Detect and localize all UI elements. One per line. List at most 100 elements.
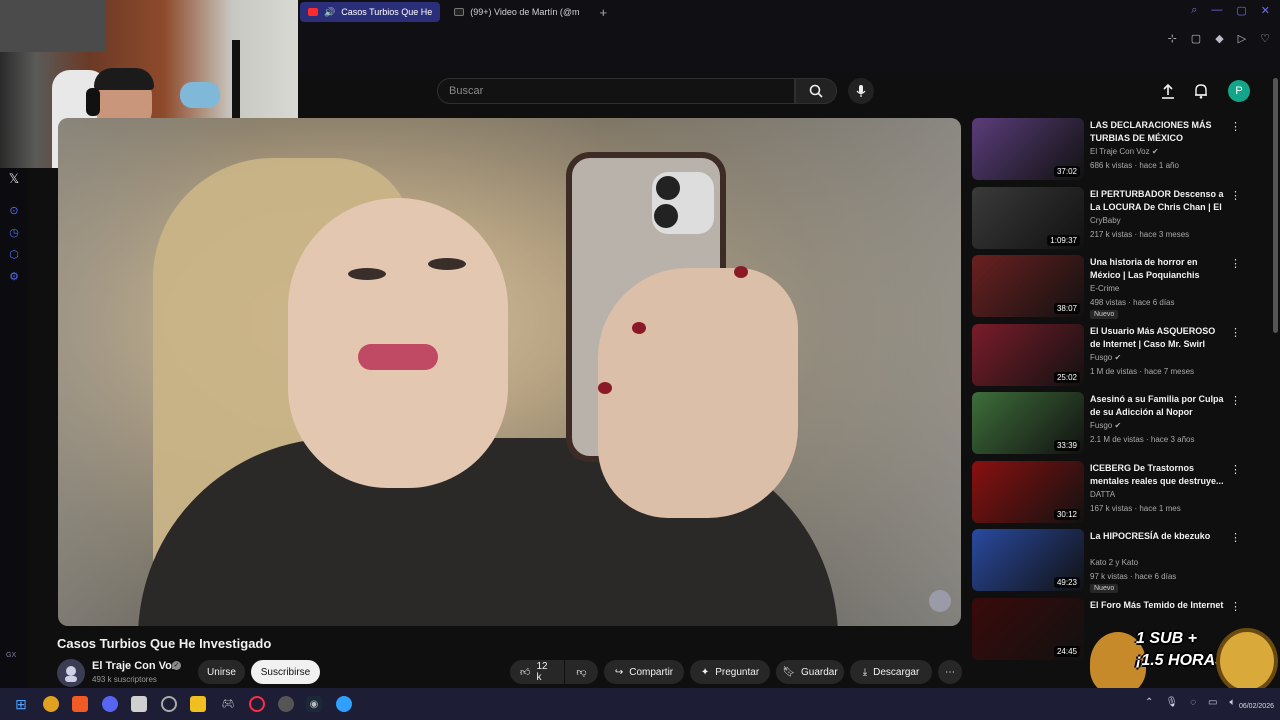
create-button[interactable] [1158, 81, 1178, 101]
recommendation-channel[interactable]: DATTA [1090, 490, 1115, 499]
taskbar-date: 06/02/2026 [1238, 703, 1274, 710]
recommendation-item[interactable]: 1:09:37 El PERTURBADOR Descenso a La LOCU… [972, 186, 1252, 249]
recommendation-item[interactable]: 33:39 Asesinó a su Familia por Culpa de s… [972, 392, 1252, 454]
recommendation-title[interactable]: Asesinó a su Familia por Culpa de su Adi… [1090, 393, 1226, 419]
recommendation-title[interactable]: El PERTURBADOR Descenso a La LOCURA De C… [1090, 188, 1226, 214]
recommendation-item[interactable]: 38:07 Una historia de horror en México | … [972, 255, 1252, 319]
more-vert-icon[interactable]: ⋮ [1230, 394, 1241, 407]
search-button[interactable] [795, 78, 837, 104]
channel-watermark-icon[interactable] [929, 590, 951, 612]
more-vert-icon[interactable]: ⋮ [1230, 189, 1241, 202]
recommendation-channel[interactable]: Fusgo ✔ [1090, 421, 1121, 430]
recommendation-title[interactable]: Una historia de horror en México | Las P… [1090, 256, 1226, 282]
obs-icon[interactable] [161, 696, 177, 712]
overlay-line1: 1 SUB + [1136, 630, 1197, 647]
brave-icon[interactable] [72, 696, 88, 712]
steam-icon[interactable]: ◉ [306, 696, 322, 712]
join-button[interactable]: Unirse [198, 660, 245, 684]
more-vert-icon[interactable]: ⋮ [1230, 120, 1241, 133]
video-thumbnail[interactable]: 33:39 [972, 392, 1084, 454]
dislike-button[interactable]: 👎︎ [565, 660, 598, 684]
notifications-button[interactable] [1191, 81, 1211, 101]
like-button[interactable]: 👍︎ 12 k [510, 660, 564, 684]
video-thumbnail[interactable]: 37:02 [972, 118, 1084, 180]
channel-name: Fusgo [1090, 352, 1113, 362]
play-icon[interactable]: ▷ [1238, 32, 1246, 45]
wifi-icon[interactable]: ◌ [1190, 697, 1196, 708]
coin-app-icon[interactable] [43, 696, 59, 712]
store-icon[interactable] [131, 696, 147, 712]
recommendation-item[interactable]: 37:02 LAS DECLARACIONES MÁS TURBIAS DE MÉ… [972, 118, 1252, 180]
recommendation-channel[interactable]: Kato 2 y Kato [1090, 558, 1138, 567]
search-tabs-icon[interactable]: ⌕ [1191, 4, 1197, 17]
close-icon[interactable]: ✕ [1261, 4, 1270, 17]
history-icon[interactable]: ◷ [7, 226, 21, 240]
recommendation-channel[interactable]: CryBaby [1090, 216, 1121, 225]
new-tab-button[interactable]: + [594, 5, 614, 20]
more-vert-icon[interactable]: ⋮ [1230, 531, 1241, 544]
ask-button[interactable]: ✦ Preguntar [690, 660, 770, 684]
recommendation-meta: 97 k vistas · hace 6 días [1090, 572, 1177, 581]
discord-icon[interactable] [102, 696, 118, 712]
monitor-icon[interactable]: ▭ [1208, 697, 1217, 708]
minimize-icon[interactable]: — [1211, 4, 1222, 17]
recommendation-channel[interactable]: E-Crime [1090, 284, 1119, 293]
tab-tiktok[interactable]: (99+) Video de Martín (@m [446, 2, 587, 22]
scrollbar[interactable] [1273, 78, 1278, 333]
video-thumbnail[interactable]: 24:45 [972, 597, 1084, 660]
share-button[interactable]: ↪ Compartir [604, 660, 684, 684]
recommendation-item[interactable]: 49:23 La HIPOCRESÍA de kbezuko Kato 2 y Ka… [972, 529, 1252, 593]
recommendation-channel[interactable]: El Traje Con Voz ✔ [1090, 147, 1159, 156]
shield-icon[interactable]: ◆ [1215, 32, 1223, 45]
recommendation-title[interactable]: El Usuario Más ASQUEROSO de Internet | C… [1090, 325, 1226, 351]
channel-name[interactable]: El Traje Con Voz [92, 660, 177, 672]
account-avatar[interactable]: P [1228, 80, 1250, 102]
recommendation-item[interactable]: 30:12 ICEBERG De Trastornos mentales real… [972, 460, 1252, 523]
more-vert-icon[interactable]: ⋮ [1230, 257, 1241, 270]
more-vert-icon[interactable]: ⋮ [1230, 600, 1241, 613]
video-thumbnail[interactable]: 25:02 [972, 323, 1084, 386]
player-icon[interactable]: ⊙ [7, 204, 21, 218]
chevron-up-icon[interactable]: ⌃ [1145, 697, 1153, 708]
recommendation-title[interactable]: LAS DECLARACIONES MÁS TURBIAS DE MÉXICO [1090, 119, 1226, 145]
video-thumbnail[interactable]: 30:12 [972, 460, 1084, 523]
download-button[interactable]: ⤓ Descargar [850, 660, 932, 684]
more-vert-icon[interactable]: ⋮ [1230, 463, 1241, 476]
recommendation-channel[interactable]: Fusgo ✔ [1090, 353, 1121, 362]
app-icon[interactable] [278, 696, 294, 712]
pin-icon[interactable]: ⊹ [1168, 32, 1177, 45]
save-button[interactable]: 🔖︎ Guardar [776, 660, 844, 684]
search-field[interactable] [437, 78, 795, 104]
video-frame-nail [598, 382, 612, 394]
opera-gx-icon[interactable] [249, 696, 265, 712]
windows-start-icon[interactable]: ⊞ [13, 696, 29, 712]
globe-icon[interactable] [336, 696, 352, 712]
channel-avatar[interactable] [57, 659, 85, 687]
video-thumbnail[interactable]: 49:23 [972, 529, 1084, 591]
more-actions-button[interactable]: ⋯ [938, 660, 962, 684]
snapshot-icon[interactable]: ▢ [1191, 32, 1201, 45]
maximize-icon[interactable]: ▢ [1236, 4, 1246, 17]
duration-badge: 33:39 [1053, 440, 1080, 451]
volume-icon[interactable]: 🔈︎ [1230, 697, 1236, 708]
more-vert-icon[interactable]: ⋮ [1230, 326, 1241, 339]
subscribe-button[interactable]: Suscribirse [251, 660, 320, 684]
recommendation-title[interactable]: ICEBERG De Trastornos mentales reales qu… [1090, 462, 1226, 488]
gamepad-icon[interactable]: 🎮︎ [220, 696, 236, 712]
voice-search-button[interactable] [848, 78, 874, 104]
video-frame-lips [358, 344, 438, 370]
extensions-icon[interactable]: ⬡ [7, 248, 21, 262]
video-thumbnail[interactable]: 1:09:37 [972, 186, 1084, 249]
search-input[interactable] [438, 79, 794, 103]
recommendation-title[interactable]: El Foro Más Temido de Internet [1090, 599, 1226, 612]
video-thumbnail[interactable]: 38:07 [972, 255, 1084, 317]
settings-icon[interactable]: ⚙ [7, 270, 21, 284]
recommendation-item[interactable]: 25:02 El Usuario Más ASQUEROSO de Interne… [972, 323, 1252, 386]
x-twitter-icon[interactable]: 𝕏 [7, 172, 21, 186]
tab-active[interactable]: 🔊 Casos Turbios Que He [300, 2, 441, 22]
video-player[interactable] [58, 118, 961, 626]
folder-icon[interactable] [190, 696, 206, 712]
heart-icon[interactable]: ♡ [1260, 32, 1270, 45]
mic-tray-icon[interactable]: 🎙︎ [1165, 697, 1178, 708]
recommendation-title[interactable]: La HIPOCRESÍA de kbezuko [1090, 530, 1226, 543]
